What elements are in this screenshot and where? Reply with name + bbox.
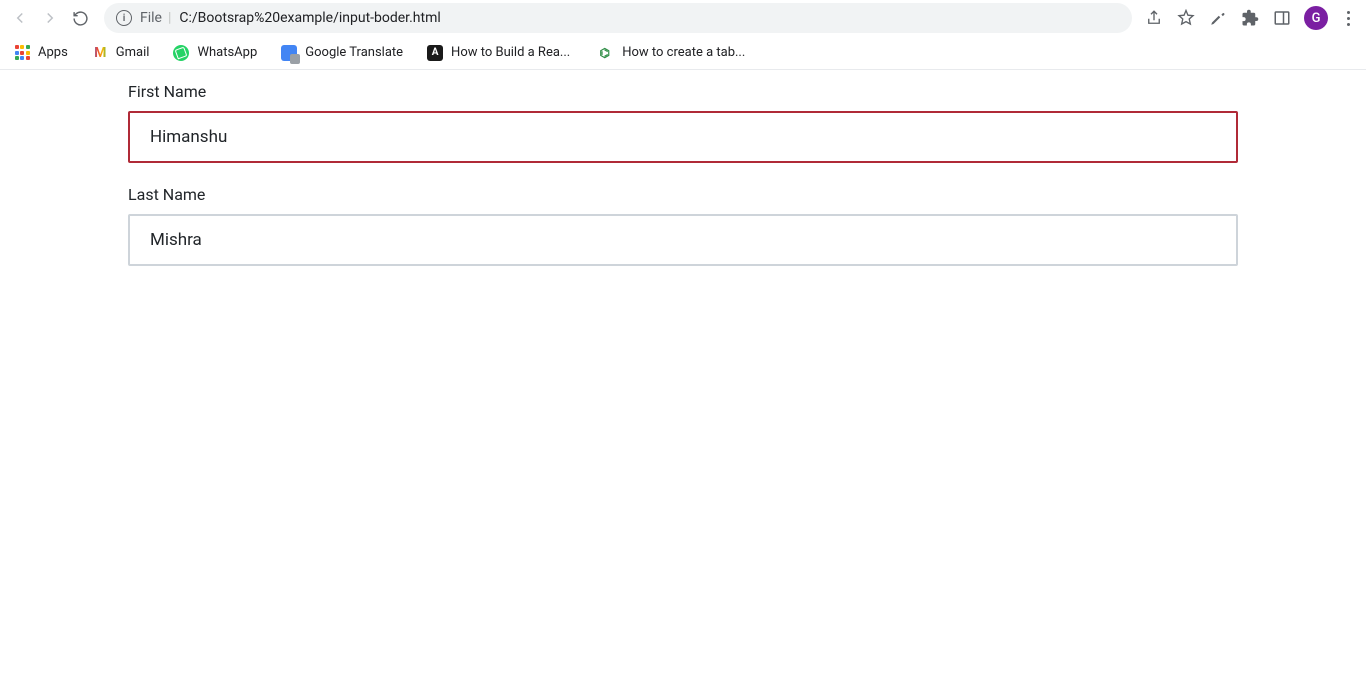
last-name-group: Last Name xyxy=(128,185,1238,266)
first-name-group: First Name xyxy=(128,82,1238,163)
url-separator: | xyxy=(168,10,171,26)
last-name-input[interactable] xyxy=(128,214,1238,266)
sidepanel-icon[interactable] xyxy=(1272,8,1292,28)
back-button[interactable] xyxy=(6,4,34,32)
bookmark-build-react[interactable]: A How to Build a Rea... xyxy=(423,41,574,65)
dark-square-icon: A xyxy=(427,45,443,61)
extensions-icon[interactable] xyxy=(1240,8,1260,28)
bookmark-whatsapp[interactable]: WhatsApp xyxy=(169,41,261,65)
apps-shortcut[interactable]: Apps xyxy=(10,41,72,65)
bookmark-create-tab[interactable]: ⌬ How to create a tab... xyxy=(590,41,749,65)
url-path: C:/Bootsrap%20example/input-boder.html xyxy=(179,10,440,26)
site-info-icon[interactable]: i xyxy=(116,10,132,26)
eyedropper-extension-icon[interactable] xyxy=(1208,8,1228,28)
profile-avatar[interactable]: G xyxy=(1304,6,1328,30)
bookmark-star-icon[interactable] xyxy=(1176,8,1196,28)
first-name-input[interactable] xyxy=(128,111,1238,163)
bookmark-google-translate[interactable]: Google Translate xyxy=(277,41,407,65)
apps-label: Apps xyxy=(38,45,68,60)
gmail-icon: M xyxy=(92,45,108,61)
bookmark-label: How to Build a Rea... xyxy=(451,45,570,60)
reload-button[interactable] xyxy=(66,4,94,32)
share-icon[interactable] xyxy=(1144,8,1164,28)
last-name-label: Last Name xyxy=(128,185,1238,204)
bookmark-label: Google Translate xyxy=(305,45,403,60)
bookmarks-bar: Apps M Gmail WhatsApp Google Translate A… xyxy=(0,36,1366,70)
address-bar[interactable]: i File | C:/Bootsrap%20example/input-bod… xyxy=(104,3,1132,33)
bookmark-label: WhatsApp xyxy=(197,45,257,60)
profile-initial: G xyxy=(1312,11,1321,26)
whatsapp-icon xyxy=(173,45,189,61)
bookmark-label: How to create a tab... xyxy=(622,45,745,60)
bookmark-gmail[interactable]: M Gmail xyxy=(88,41,154,65)
google-translate-icon xyxy=(281,45,297,61)
browser-toolbar: i File | C:/Bootsrap%20example/input-bod… xyxy=(0,0,1366,36)
apps-grid-icon xyxy=(14,45,30,61)
bookmark-label: Gmail xyxy=(116,45,150,60)
url-scheme-label: File xyxy=(140,10,162,26)
chrome-menu-icon[interactable] xyxy=(1340,7,1356,30)
chrome-actions: G xyxy=(1140,6,1360,30)
first-name-label: First Name xyxy=(128,82,1238,101)
forward-button[interactable] xyxy=(36,4,64,32)
gfg-icon: ⌬ xyxy=(594,45,614,61)
page-content: First Name Last Name xyxy=(0,70,1366,266)
